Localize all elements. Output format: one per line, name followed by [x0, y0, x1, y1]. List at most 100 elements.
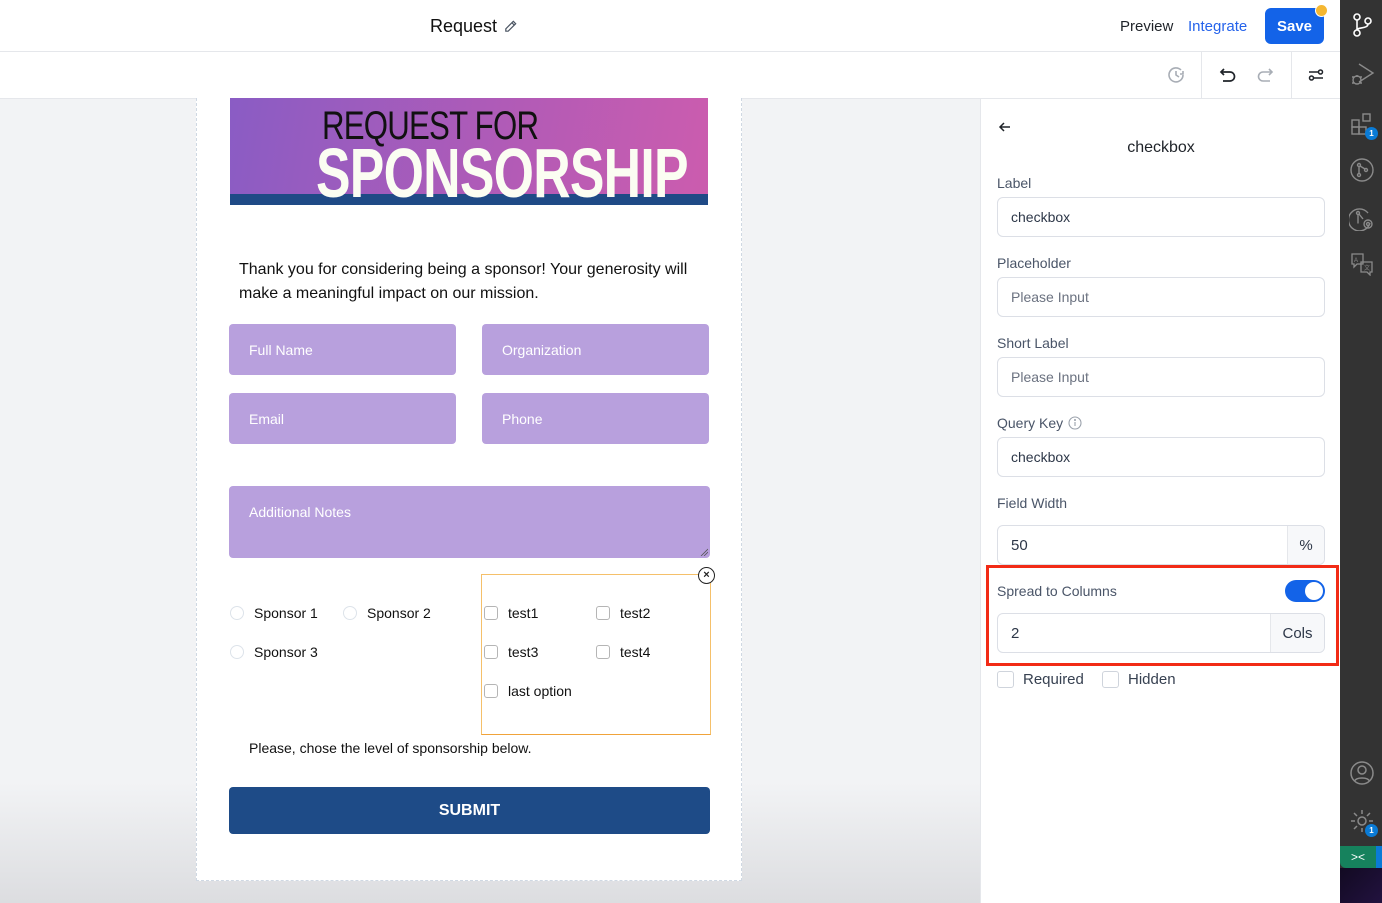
- git-lens-icon[interactable]: [1349, 205, 1375, 231]
- editor-toolbar: [0, 52, 1340, 99]
- short-label-field-label: Short Label: [997, 335, 1069, 351]
- form-canvas: REQUEST FOR SPONSORSHIP Thank you for co…: [0, 98, 980, 903]
- checkbox-option[interactable]: test4: [596, 644, 650, 660]
- required-checkbox[interactable]: [997, 671, 1014, 688]
- query-key-field-label: Query Key: [997, 415, 1082, 431]
- manage-gear-icon[interactable]: 1: [1349, 808, 1378, 837]
- svg-text:A: A: [1354, 258, 1358, 264]
- radio-button[interactable]: [343, 606, 357, 620]
- radio-button[interactable]: [230, 606, 244, 620]
- short-label-input[interactable]: Please Input: [997, 357, 1325, 397]
- checkbox[interactable]: [596, 645, 610, 659]
- back-arrow-icon[interactable]: [997, 119, 1013, 135]
- checkbox-label: test2: [620, 605, 651, 621]
- checkbox[interactable]: [596, 606, 610, 620]
- full-name-field[interactable]: Full Name: [229, 324, 456, 375]
- radio-option[interactable]: Sponsor 3: [230, 644, 318, 660]
- field-properties-panel: checkbox Label checkbox Placeholder Plea…: [980, 99, 1340, 903]
- email-field[interactable]: Email: [229, 393, 456, 444]
- checkbox-option[interactable]: test1: [484, 605, 538, 621]
- hidden-checkbox[interactable]: [1102, 671, 1119, 688]
- checkbox-label: last option: [508, 683, 572, 699]
- query-key-label-text: Query Key: [997, 415, 1064, 431]
- unsaved-indicator: [1315, 4, 1328, 17]
- checkbox[interactable]: [484, 645, 498, 659]
- remove-field-icon[interactable]: ×: [698, 567, 715, 584]
- radio-option[interactable]: Sponsor 2: [343, 605, 431, 621]
- email-placeholder: Email: [249, 411, 285, 427]
- history-icon[interactable]: [1165, 64, 1187, 86]
- svg-text:文: 文: [1364, 264, 1370, 272]
- status-bar-segment: [1376, 846, 1382, 868]
- organization-field[interactable]: Organization: [482, 324, 709, 375]
- placeholder-input[interactable]: Please Input: [997, 277, 1325, 317]
- pencil-icon[interactable]: [503, 19, 518, 34]
- extensions-icon[interactable]: 1: [1349, 111, 1378, 140]
- required-label: Required: [1023, 671, 1084, 688]
- translate-icon[interactable]: A文: [1349, 251, 1375, 277]
- undo-icon[interactable]: [1217, 64, 1239, 86]
- columns-input-group: 2 Cols: [997, 613, 1325, 653]
- checkbox-label: test1: [508, 605, 539, 621]
- phone-field[interactable]: Phone: [482, 393, 709, 444]
- radio-label: Sponsor 2: [367, 605, 431, 621]
- checkbox-option[interactable]: test3: [484, 644, 538, 660]
- preview-button[interactable]: Preview: [1120, 18, 1173, 35]
- sponsorship-level-text: Please, chose the level of sponsorship b…: [249, 740, 532, 756]
- columns-unit: Cols: [1270, 614, 1324, 652]
- radio-label: Sponsor 3: [254, 644, 318, 660]
- redo-icon[interactable]: [1254, 64, 1276, 86]
- source-control-icon[interactable]: [1349, 12, 1375, 38]
- account-icon[interactable]: [1349, 760, 1375, 786]
- field-width-input-group: 50 %: [997, 525, 1325, 565]
- document-title-text: Request: [430, 16, 498, 36]
- checkbox[interactable]: [484, 684, 498, 698]
- field-width-unit: %: [1287, 526, 1324, 564]
- notes-placeholder: Additional Notes: [249, 504, 351, 520]
- sponsorship-banner-image: REQUEST FOR SPONSORSHIP: [230, 98, 708, 205]
- desktop-background: [1340, 868, 1382, 903]
- top-bar: Request Preview Integrate Save: [0, 0, 1340, 52]
- required-option[interactable]: Required: [997, 671, 1084, 688]
- label-field-label: Label: [997, 175, 1032, 191]
- toolbar-divider: [1201, 52, 1202, 98]
- integrate-button[interactable]: Integrate: [1188, 18, 1247, 35]
- intro-text: Thank you for considering being a sponso…: [239, 261, 688, 302]
- settings-sliders-icon[interactable]: [1305, 64, 1327, 86]
- checkbox-label: test3: [508, 644, 539, 660]
- submit-button[interactable]: SUBMIT: [229, 787, 710, 834]
- hidden-label: Hidden: [1128, 671, 1176, 688]
- run-debug-icon[interactable]: [1349, 61, 1375, 87]
- full-name-placeholder: Full Name: [249, 342, 313, 358]
- remote-indicator-icon[interactable]: ><: [1340, 846, 1376, 868]
- radio-button[interactable]: [230, 645, 244, 659]
- additional-notes-field[interactable]: Additional Notes: [229, 486, 710, 558]
- checkbox-label: test4: [620, 644, 651, 660]
- organization-placeholder: Organization: [502, 342, 582, 358]
- checkbox[interactable]: [484, 606, 498, 620]
- field-width-label: Field Width: [997, 495, 1068, 511]
- info-icon[interactable]: [1068, 416, 1082, 430]
- spread-to-columns-label: Spread to Columns: [997, 583, 1117, 599]
- manage-badge: 1: [1365, 824, 1378, 837]
- field-width-input[interactable]: 50: [998, 526, 1287, 564]
- panel-title: checkbox: [1127, 139, 1195, 156]
- extensions-badge: 1: [1365, 127, 1378, 140]
- spread-to-columns-toggle[interactable]: [1285, 580, 1325, 602]
- radio-label: Sponsor 1: [254, 605, 318, 621]
- activity-bar: 1 A文 1 ><: [1340, 0, 1382, 903]
- banner-line-2: SPONSORSHIP: [316, 134, 689, 205]
- checkbox-option[interactable]: last option: [484, 683, 572, 699]
- columns-input[interactable]: 2: [998, 614, 1270, 652]
- checkbox-option[interactable]: test2: [596, 605, 650, 621]
- query-key-input[interactable]: checkbox: [997, 437, 1325, 477]
- git-graph-icon[interactable]: [1349, 157, 1375, 183]
- resize-handle-icon[interactable]: [700, 548, 708, 556]
- toolbar-divider: [1291, 52, 1292, 98]
- form-preview: REQUEST FOR SPONSORSHIP Thank you for co…: [196, 98, 742, 881]
- document-title[interactable]: Request: [430, 16, 518, 37]
- label-input[interactable]: checkbox: [997, 197, 1325, 237]
- placeholder-field-label: Placeholder: [997, 255, 1071, 271]
- radio-option[interactable]: Sponsor 1: [230, 605, 318, 621]
- hidden-option[interactable]: Hidden: [1102, 671, 1176, 688]
